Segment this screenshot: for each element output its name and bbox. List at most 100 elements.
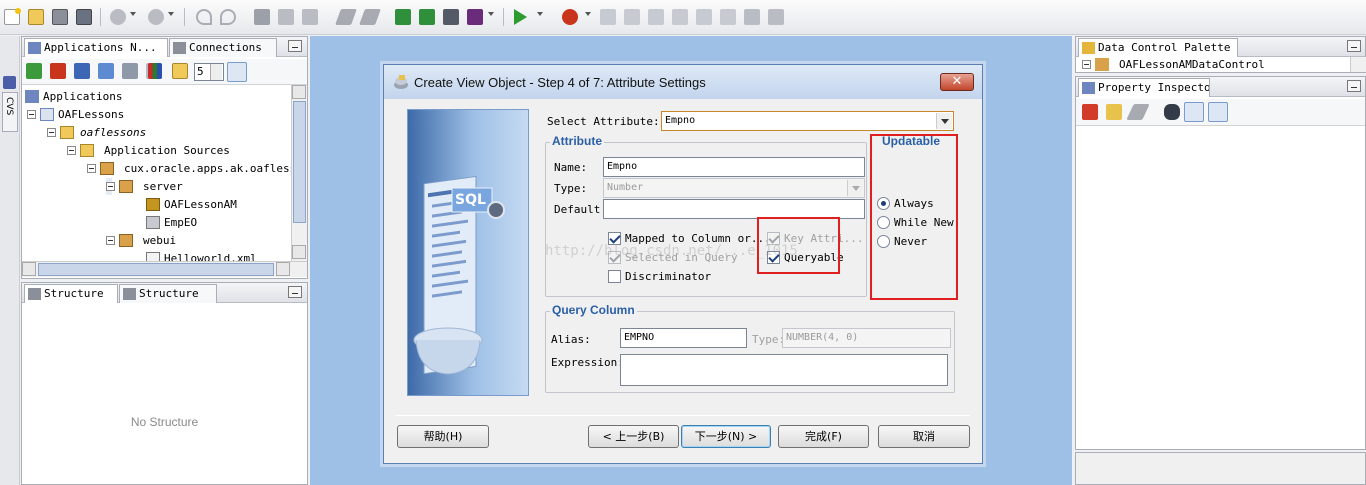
tab-structure-2[interactable]: Structure	[119, 284, 217, 303]
run-dropdown-icon[interactable]	[537, 12, 543, 16]
discriminator-checkbox[interactable]	[608, 270, 621, 283]
collapse-icon[interactable]	[47, 128, 56, 137]
cancel-button[interactable]: 取消	[878, 425, 970, 448]
expand-icon[interactable]	[1082, 60, 1091, 69]
navigator-vertical-scrollbar[interactable]	[291, 85, 307, 261]
run-icon[interactable]	[514, 9, 527, 25]
collapse-icon[interactable]	[67, 146, 76, 155]
minimize-button[interactable]	[1347, 40, 1361, 52]
property-inspector-toolbar	[1076, 99, 1365, 126]
scroll-right-icon[interactable]	[276, 262, 290, 276]
step-out-icon[interactable]	[648, 9, 664, 25]
collapse-icon[interactable]	[27, 110, 36, 119]
minimize-button[interactable]	[288, 286, 302, 298]
finish-button[interactable]: 完成(F)	[778, 425, 869, 448]
palette-scrollbar[interactable]	[1350, 57, 1366, 72]
back-button[interactable]: < 上一步(B)	[588, 425, 679, 448]
collapse-icon[interactable]	[87, 164, 96, 173]
cvs-tab[interactable]: CVS	[2, 92, 18, 132]
type-combo: Number	[603, 178, 865, 198]
select-attribute-label: Select Attribute:	[547, 115, 660, 128]
collapse-icon[interactable]	[106, 236, 115, 245]
step-into-icon[interactable]	[624, 9, 640, 25]
deploy-dropdown-icon[interactable]	[488, 12, 494, 16]
tab-structure-1[interactable]: Structure	[24, 284, 118, 303]
add-icon[interactable]	[26, 63, 42, 79]
spinner-arrows-icon[interactable]	[210, 64, 222, 80]
next-button[interactable]: 下一步(N) >	[681, 425, 771, 448]
tab-applications-navigator[interactable]: Applications N...	[24, 38, 168, 57]
run-to-cursor-icon[interactable]	[696, 9, 712, 25]
redo-icon[interactable]	[220, 9, 236, 25]
list-icon[interactable]	[1208, 102, 1228, 122]
categories-icon[interactable]	[1184, 102, 1204, 122]
save-all-icon[interactable]	[76, 9, 92, 25]
entity-object-icon	[146, 216, 160, 229]
chart-icon[interactable]	[148, 63, 162, 79]
edit-icon[interactable]	[1106, 104, 1122, 120]
compile-icon[interactable]	[395, 9, 411, 25]
chevron-down-icon	[847, 180, 863, 196]
attribute-group-title: Attribute	[550, 134, 604, 148]
expression-field[interactable]	[620, 354, 948, 386]
cut-icon[interactable]	[254, 9, 270, 25]
default-field[interactable]	[603, 199, 865, 219]
pause-icon[interactable]	[720, 9, 736, 25]
remove-icon[interactable]	[50, 63, 66, 79]
help-button[interactable]: 帮助(H)	[397, 425, 489, 448]
save-icon[interactable]	[52, 9, 68, 25]
debug-dropdown-icon[interactable]	[585, 12, 591, 16]
minimize-button[interactable]	[1347, 80, 1361, 92]
step-over-icon[interactable]	[600, 9, 616, 25]
open-icon[interactable]	[28, 9, 44, 25]
step-to-end-icon[interactable]	[672, 9, 688, 25]
tree-node-server[interactable]: server	[106, 178, 183, 195]
scroll-thumb[interactable]	[38, 263, 274, 276]
pane-header: Property Inspector	[1076, 77, 1365, 97]
scroll-thumb[interactable]	[293, 101, 306, 223]
forward-dropdown-icon[interactable]	[168, 12, 174, 16]
tab-connections[interactable]: Connections	[169, 38, 277, 57]
undo-icon[interactable]	[196, 9, 212, 25]
select-attribute-combo[interactable]: Empno	[661, 111, 954, 131]
query-column-group-title: Query Column	[550, 303, 637, 317]
debug-icon[interactable]	[562, 9, 578, 25]
refresh-icon[interactable]	[98, 63, 114, 79]
scroll-down-icon[interactable]	[292, 245, 306, 259]
clean-icon[interactable]	[443, 9, 459, 25]
wizard-icon	[393, 74, 409, 90]
sort-icon[interactable]	[227, 62, 247, 82]
stop-icon[interactable]	[744, 9, 760, 25]
query-column-group: Query Column Alias: EMPNO Type: NUMBER(4…	[545, 303, 955, 393]
forward-icon[interactable]	[148, 9, 164, 25]
new-icon[interactable]	[4, 8, 21, 25]
make-icon[interactable]	[335, 9, 357, 25]
alias-field[interactable]: EMPNO	[620, 328, 747, 348]
pencil-icon[interactable]	[1126, 104, 1150, 120]
close-button[interactable]: ✕	[940, 73, 974, 91]
chevron-down-icon[interactable]	[936, 113, 952, 129]
filter-icon[interactable]	[122, 63, 138, 79]
scroll-left-icon[interactable]	[22, 262, 36, 276]
collapse-icon[interactable]	[106, 182, 115, 191]
data-control-icon	[1082, 42, 1095, 54]
deploy-icon[interactable]	[467, 9, 483, 25]
name-field[interactable]: Empno	[603, 157, 865, 177]
expression-label: Expression:	[551, 356, 624, 369]
folder-icon[interactable]	[172, 63, 188, 79]
paste-icon[interactable]	[302, 9, 318, 25]
tab-property-inspector[interactable]: Property Inspector	[1078, 78, 1210, 97]
copy-icon[interactable]	[278, 9, 294, 25]
minimize-button[interactable]	[288, 40, 302, 52]
navigator-horizontal-scrollbar[interactable]	[22, 261, 307, 277]
delete-icon[interactable]	[768, 9, 784, 25]
compile-all-icon[interactable]	[419, 9, 435, 25]
tab-data-control-palette[interactable]: Data Control Palette	[1078, 38, 1238, 57]
scroll-up-icon[interactable]	[292, 85, 306, 99]
pin-icon[interactable]	[1082, 104, 1098, 120]
back-dropdown-icon[interactable]	[130, 12, 136, 16]
back-icon[interactable]	[110, 9, 126, 25]
search-icon[interactable]	[74, 63, 90, 79]
rebuild-icon[interactable]	[359, 9, 381, 25]
binoculars-icon[interactable]	[1164, 104, 1180, 120]
